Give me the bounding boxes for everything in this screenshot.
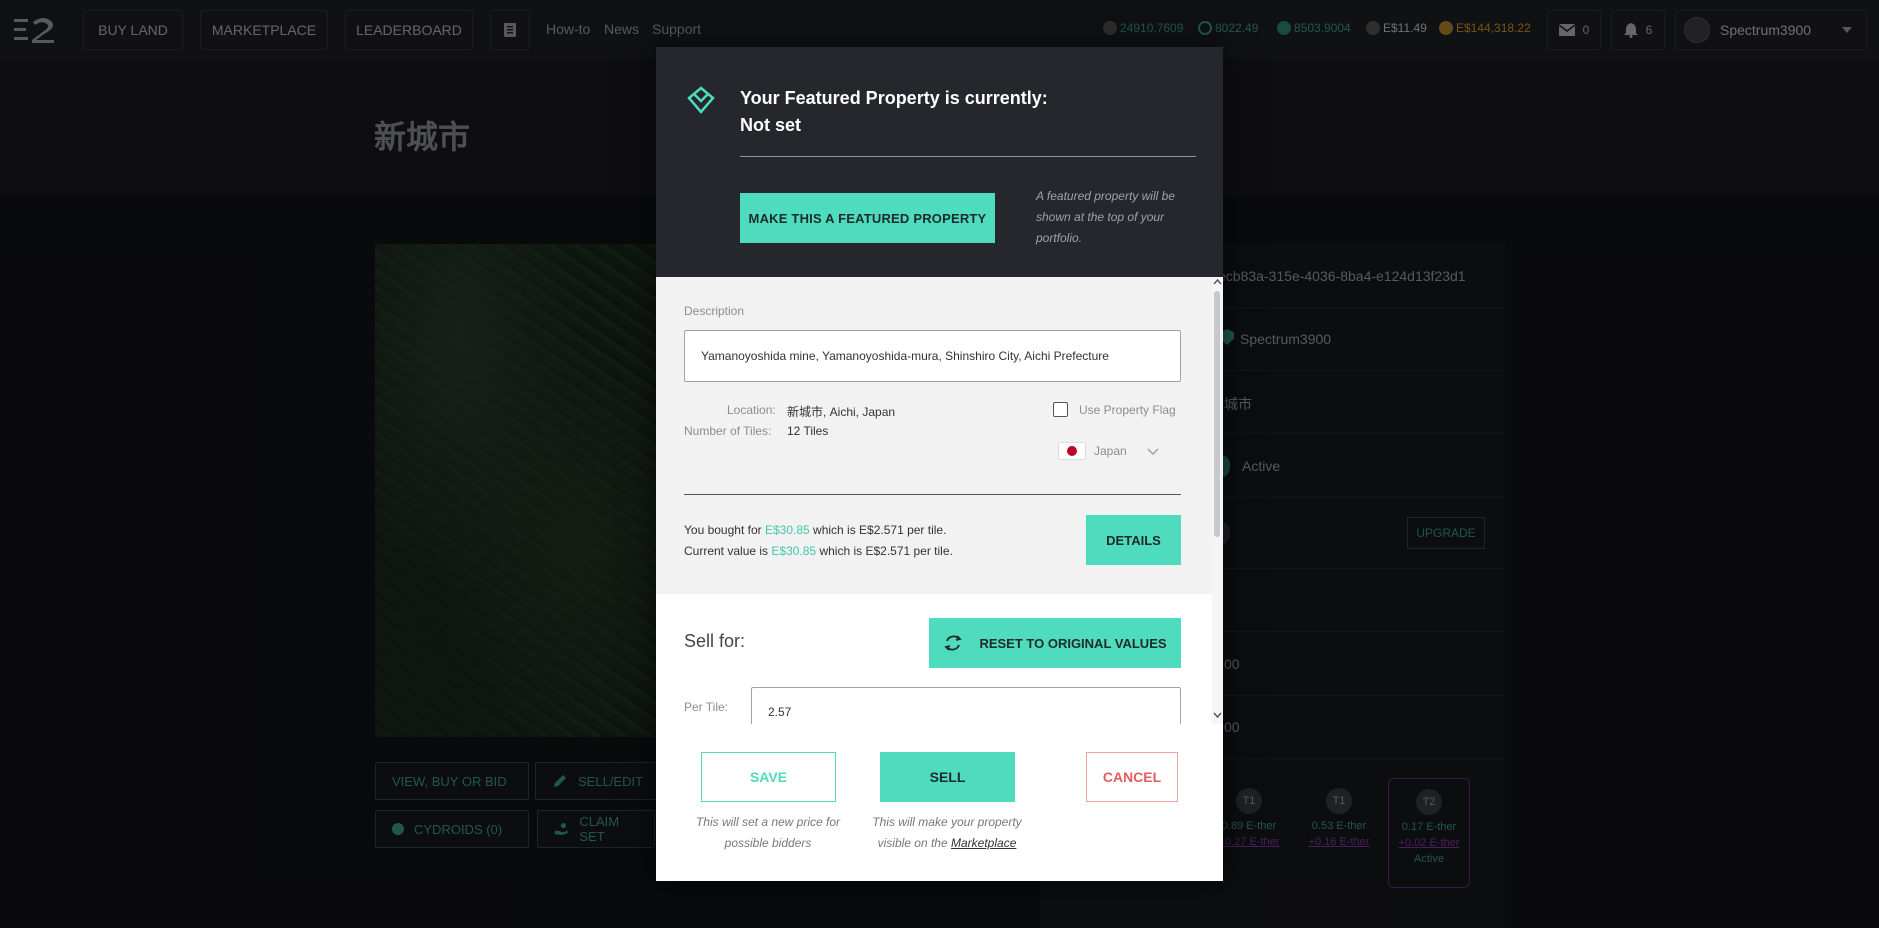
flag-country: Japan	[1094, 444, 1127, 458]
current-value-line: Current value is E$30.85 which is E$2.57…	[684, 544, 953, 558]
featured-title: Your Featured Property is currently: Not…	[740, 85, 1048, 139]
details-button[interactable]: DETAILS	[1086, 515, 1181, 565]
flag-country-select[interactable]: Japan	[1058, 438, 1168, 464]
current-prefix: Current value is	[684, 544, 769, 558]
sell-edit-modal: Your Featured Property is currently: Not…	[656, 47, 1223, 881]
divider	[684, 494, 1181, 495]
make-featured-button[interactable]: MAKE THIS A FEATURED PROPERTY	[740, 193, 995, 243]
current-suffix: which is E$2.571 per tile.	[819, 544, 953, 558]
per-tile-label: Per Tile:	[684, 700, 729, 714]
featured-title-line: Your Featured Property is currently:	[740, 88, 1048, 108]
sell-for-label: Sell for:	[684, 631, 746, 651]
refresh-icon	[944, 635, 963, 651]
scroll-down-icon[interactable]	[1213, 712, 1222, 719]
modal-scroll-area[interactable]: Description Yamanoyoshida mine, Yamanoyo…	[656, 277, 1223, 724]
featured-property-section: Your Featured Property is currently: Not…	[656, 47, 1223, 277]
tiles-label: Number of Tiles:	[684, 424, 772, 438]
featured-status: Not set	[740, 115, 802, 135]
chevron-down-icon	[1147, 447, 1159, 455]
save-hint: This will set a new price for possible b…	[695, 815, 841, 850]
cancel-button[interactable]: CANCEL	[1086, 752, 1178, 802]
bought-price: E$30.85	[764, 523, 810, 537]
current-price: E$30.85	[771, 544, 817, 558]
divider	[740, 156, 1196, 157]
scrollbar-thumb[interactable]	[1214, 291, 1220, 537]
description-label: Description	[684, 304, 745, 318]
featured-diamond-icon	[687, 86, 715, 114]
marketplace-link[interactable]: Marketplace	[951, 836, 1016, 850]
sell-hint: This will make your property visible on …	[867, 812, 1027, 854]
description-input[interactable]: Yamanoyoshida mine, Yamanoyoshida-mura, …	[684, 330, 1181, 382]
save-button[interactable]: SAVE	[701, 752, 836, 802]
property-info-block: Description Yamanoyoshida mine, Yamanoyo…	[656, 277, 1212, 594]
reset-values-button[interactable]: RESET TO ORIGINAL VALUES	[929, 618, 1181, 668]
bought-price-line: You bought for E$30.85 which is E$2.571 …	[684, 523, 946, 537]
modal-actions	[656, 724, 1223, 881]
location-label: Location:	[727, 403, 776, 417]
sell-button[interactable]: SELL	[880, 752, 1015, 802]
use-flag-label: Use Property Flag	[1079, 403, 1176, 417]
per-tile-input[interactable]: 2.57	[751, 687, 1181, 724]
button-label: RESET TO ORIGINAL VALUES	[979, 635, 1167, 651]
japan-flag-icon	[1058, 442, 1086, 460]
location-value: 新城市, Aichi, Japan	[787, 405, 896, 419]
use-flag-checkbox[interactable]	[1053, 402, 1068, 417]
scroll-up-icon[interactable]	[1213, 278, 1222, 285]
bought-suffix: which is E$2.571 per tile.	[813, 523, 947, 537]
bought-prefix: You bought for	[684, 523, 762, 537]
tiles-value: 12 Tiles	[787, 424, 829, 438]
featured-note: A featured property will be shown at the…	[1036, 189, 1175, 245]
